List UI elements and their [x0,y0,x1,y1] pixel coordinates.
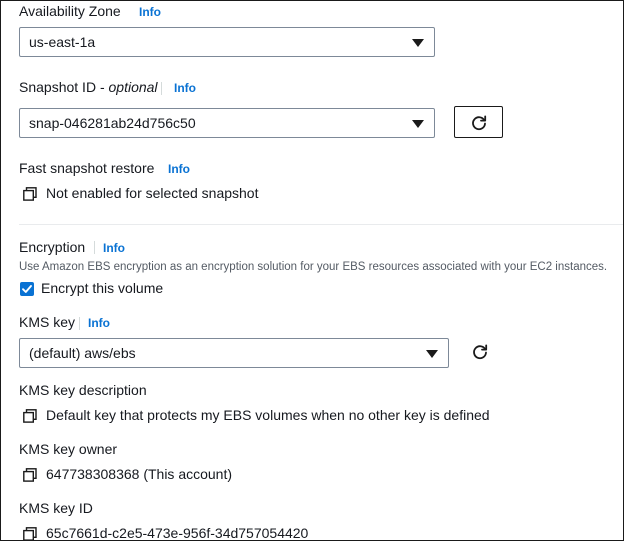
snapshot-id-label: Snapshot ID - optional [19,79,158,95]
volume-settings-panel: Availability Zone Info us-east-1a Snapsh… [0,0,624,541]
fast-snapshot-restore-label: Fast snapshot restore [19,160,155,176]
availability-zone-label: Availability Zone [19,3,121,19]
kms-key-select[interactable]: (default) aws/ebs [19,338,449,368]
fast-snapshot-restore-value: Not enabled for selected snapshot [46,185,259,201]
copy-icon[interactable] [23,527,37,541]
snapshot-id-label-optional: optional [108,79,158,95]
copy-icon[interactable] [23,187,37,201]
caret-down-icon [426,350,438,358]
encrypt-volume-checkbox[interactable] [20,282,34,296]
refresh-icon[interactable] [471,343,489,361]
info-separator [79,317,80,330]
refresh-icon [472,115,487,131]
kms-key-info-link[interactable]: Info [88,316,110,330]
availability-zone-value: us-east-1a [29,34,96,50]
snapshot-id-value: snap-046281ab24d756c50 [29,115,196,131]
encryption-info-link[interactable]: Info [103,241,125,255]
info-separator [161,82,162,95]
copy-icon[interactable] [23,409,37,423]
snapshot-id-info-link[interactable]: Info [174,81,196,95]
kms-key-description-label: KMS key description [19,382,147,398]
snapshot-refresh-button[interactable] [454,106,503,138]
fast-snapshot-restore-info-link[interactable]: Info [168,162,190,176]
caret-down-icon [412,39,424,47]
caret-down-icon [412,120,424,128]
kms-key-value: (default) aws/ebs [29,345,136,361]
kms-key-owner-label: KMS key owner [19,441,118,457]
encryption-description: Use Amazon EBS encryption as an encrypti… [19,261,608,273]
kms-key-id-label: KMS key ID [19,500,93,516]
copy-icon[interactable] [23,468,37,482]
encrypt-volume-label[interactable]: Encrypt this volume [41,280,163,296]
snapshot-id-label-main: Snapshot ID - [19,79,109,95]
availability-zone-info-link[interactable]: Info [139,5,161,19]
kms-key-owner-value: 647738308368 (This account) [46,466,233,482]
kms-key-description-value: Default key that protects my EBS volumes… [46,407,490,423]
info-separator [94,241,95,254]
kms-key-label: KMS key [19,314,76,330]
snapshot-id-select[interactable]: snap-046281ab24d756c50 [19,108,435,138]
checkmark-icon [22,285,32,293]
section-divider [19,224,623,225]
availability-zone-select[interactable]: us-east-1a [19,27,435,57]
kms-key-id-value: 65c7661d-c2e5-473e-956f-34d757054420 [46,525,309,541]
encryption-label: Encryption [19,239,86,255]
